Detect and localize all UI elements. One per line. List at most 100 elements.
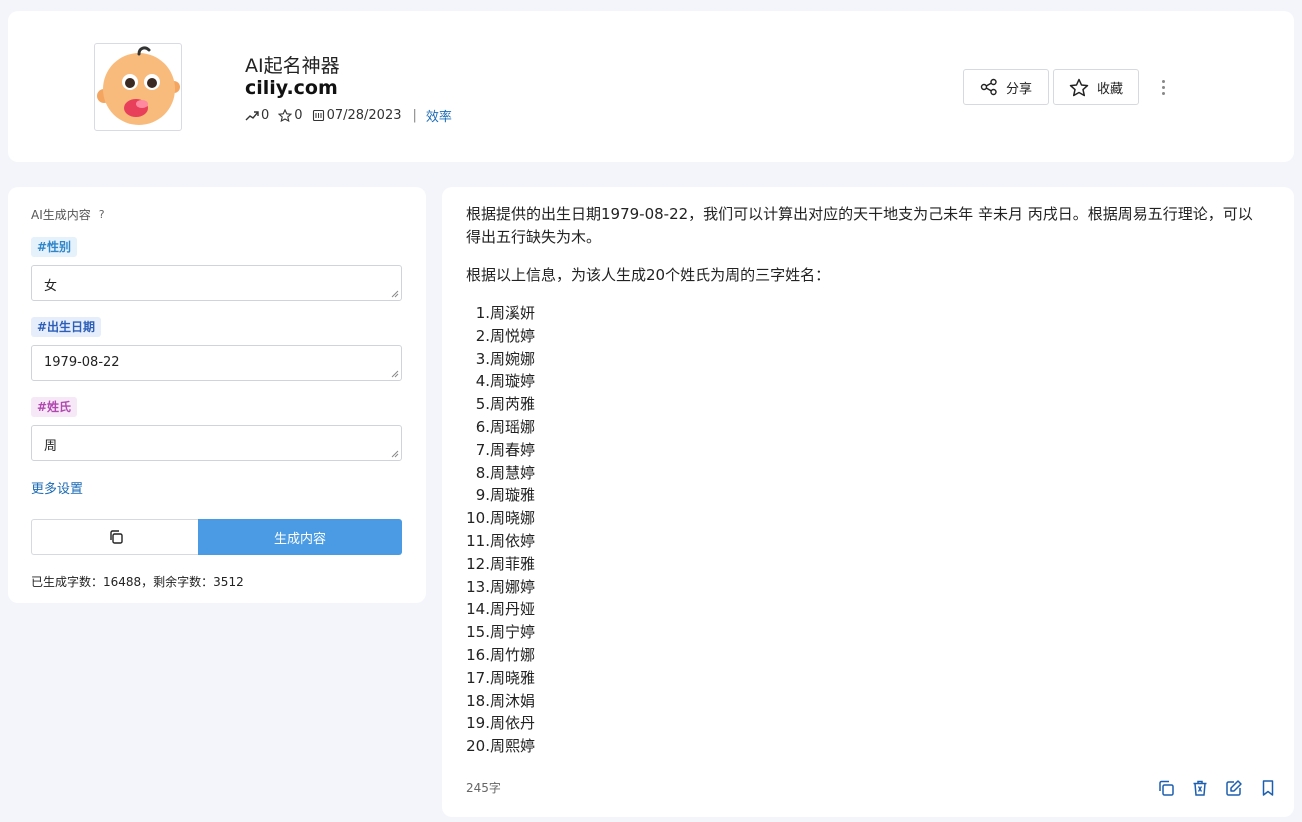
surname-input[interactable]: 周 (31, 425, 402, 461)
star-icon (1069, 78, 1089, 96)
list-item-number: 13. (466, 577, 490, 596)
list-item-name: 周溪妍 (490, 304, 536, 322)
edit-result-button[interactable] (1224, 778, 1244, 798)
bookmark-icon (1262, 780, 1274, 796)
copy-result-button[interactable] (1156, 778, 1176, 798)
list-item-name: 周瑶娜 (490, 417, 536, 436)
list-item-number: 18. (466, 691, 490, 710)
list-item: 11. 周依婷 (466, 530, 535, 553)
help-icon[interactable]: ? (99, 208, 105, 221)
list-item-name: 周宁婷 (490, 623, 536, 642)
list-item: 8. 周慧婷 (466, 462, 535, 485)
list-item: 10. 周晓娜 (466, 507, 535, 530)
gender-input[interactable]: 女 (31, 265, 402, 301)
list-item-name: 周沐娟 (490, 691, 536, 710)
list-item: 9. 周璇雅 (466, 484, 535, 507)
list-item-name: 周菲雅 (490, 554, 536, 573)
publish-date: 07/28/2023 (312, 108, 402, 123)
trend-up-icon (245, 110, 259, 120)
list-item-name: 周熙婷 (490, 737, 536, 756)
category-link[interactable]: 效率 (426, 106, 452, 125)
list-item-number: 4. (475, 372, 490, 391)
list-item-number: 6. (475, 417, 490, 436)
list-item-number: 16. (466, 645, 490, 664)
list-item: 6. 周瑶娜 (466, 416, 535, 439)
list-item: 5. 周芮雅 (466, 393, 535, 416)
baby-face-icon (97, 46, 180, 125)
list-item-name: 周晓雅 (490, 668, 536, 687)
star-count: 0 (278, 108, 303, 123)
bookmark-result-button[interactable] (1258, 778, 1278, 798)
list-item-number: 5. (475, 395, 490, 414)
birthdate-tag: #出生日期 (31, 317, 102, 337)
more-settings-link[interactable]: 更多设置 (31, 478, 83, 497)
calendar-icon (312, 109, 324, 122)
app-meta: 0 0 07/28/2023 | 效率 (245, 106, 452, 125)
usage-quota: 已生成字数：16488，剩余字数：3512 (31, 575, 244, 589)
list-item-name: 周依丹 (490, 714, 536, 733)
list-item-number: 12. (466, 554, 490, 573)
list-item-number: 11. (466, 531, 490, 550)
list-item-number: 20. (466, 737, 490, 756)
list-item-name: 周芮雅 (490, 395, 536, 414)
trash-icon (1193, 780, 1207, 796)
copy-button[interactable] (31, 519, 199, 555)
list-item: 15. 周宁婷 (466, 621, 535, 644)
resize-grip-icon (391, 450, 399, 458)
app-logo (94, 43, 182, 131)
gender-tag: #性别 (31, 237, 78, 257)
list-item-name: 周依婷 (490, 531, 536, 550)
list-item: 18. 周沐娟 (466, 690, 535, 713)
more-options-icon[interactable] (1156, 75, 1170, 99)
result-panel: 根据提供的出生日期1979-08-22，我们可以计算出对应的天干地支为己未年 辛… (442, 187, 1294, 817)
result-actions (1142, 778, 1278, 798)
birthdate-input[interactable]: 1979-08-22 (31, 345, 402, 381)
word-count: 245字 (466, 781, 501, 795)
surname-tag: #姓氏 (31, 397, 78, 417)
list-item: 19. 周依丹 (466, 712, 535, 735)
edit-icon (1226, 780, 1242, 796)
share-icon (980, 78, 997, 96)
names-list: 1. 周溪妍 2. 周悦婷 3. 周婉娜 4. 周璇婷 5. 周芮雅 6. 周瑶娜 7. 周… (466, 302, 535, 758)
list-item-number: 19. (466, 714, 490, 733)
result-lead: 根据以上信息，为该人生成20个姓氏为周的三字姓名： (466, 266, 831, 284)
share-count: 0 (245, 108, 269, 123)
generate-button[interactable]: 生成内容 (198, 519, 402, 555)
list-item-name: 周丹娅 (490, 600, 536, 619)
copy-icon (1159, 780, 1174, 796)
list-item: 20. 周熙婷 (466, 735, 535, 758)
share-button[interactable]: 分享 (963, 69, 1049, 105)
list-item-number: 9. (475, 486, 490, 505)
list-item: 7. 周春婷 (466, 439, 535, 462)
list-item-number: 15. (466, 623, 490, 642)
list-item-name: 周璇婷 (490, 372, 536, 391)
app-title: AI起名神器 (245, 55, 340, 77)
list-item: 16. 周竹娜 (466, 644, 535, 667)
list-item-number: 8. (475, 463, 490, 482)
list-item-name: 周慧婷 (490, 463, 536, 482)
app-header: AI起名神器 ciliy.com 0 0 07/28/2023 | 效率 分享 … (8, 11, 1294, 162)
list-item-number: 10. (466, 509, 490, 528)
delete-result-button[interactable] (1190, 778, 1210, 798)
list-item-name: 周娜婷 (490, 577, 536, 596)
resize-grip-icon (391, 290, 399, 298)
list-item: 3. 周婉娜 (466, 348, 535, 371)
list-item: 17. 周晓雅 (466, 667, 535, 690)
list-item-number: 1. (475, 304, 490, 322)
resize-grip-icon (391, 370, 399, 378)
app-domain: ciliy.com (245, 77, 338, 99)
list-item-name: 周春婷 (490, 440, 536, 459)
list-item-number: 14. (466, 600, 490, 619)
list-item-name: 周竹娜 (490, 645, 536, 664)
list-item-name: 周婉娜 (490, 349, 536, 368)
section-title: AI生成内容 ? (31, 208, 105, 222)
list-item-name: 周晓娜 (490, 509, 536, 528)
list-item: 14. 周丹娅 (466, 598, 535, 621)
list-item: 2. 周悦婷 (466, 325, 535, 348)
list-item: 1. 周溪妍 (466, 302, 535, 325)
copy-icon (109, 530, 123, 544)
list-item-number: 2. (475, 326, 490, 345)
favorite-button[interactable]: 收藏 (1053, 69, 1139, 105)
star-outline-icon (278, 109, 293, 122)
list-item: 12. 周菲雅 (466, 553, 535, 576)
